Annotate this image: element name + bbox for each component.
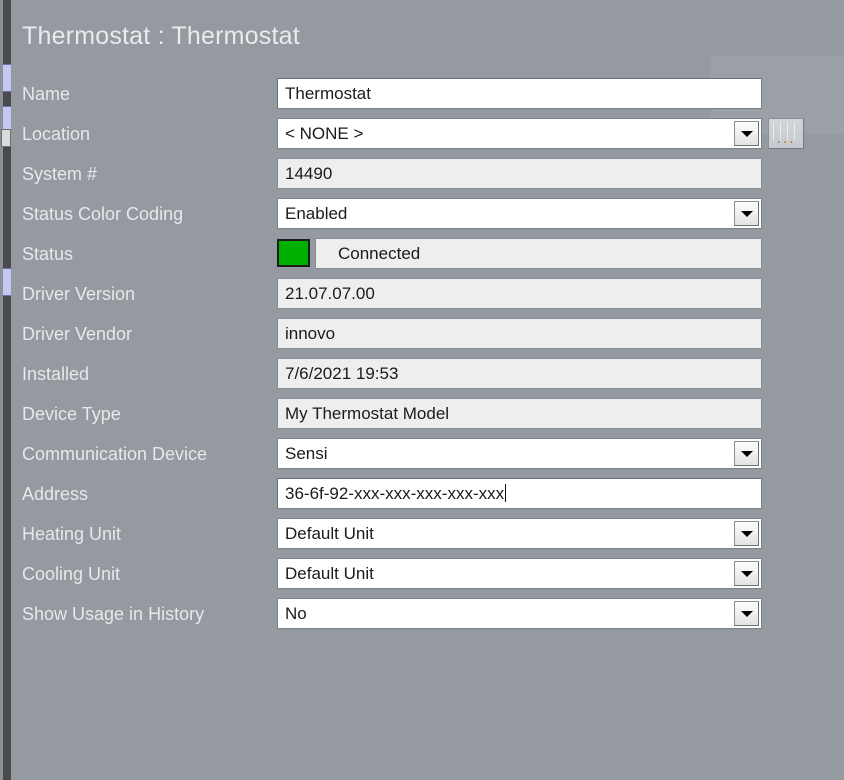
thermostat-properties-window: Thermostat : Thermostat Name Thermostat Lo… [0, 0, 844, 780]
field-row-address: Address 36-6f-92-xxx-xxx-xxx-xxx-xxx [11, 474, 844, 514]
rail-tab-1[interactable] [3, 64, 11, 92]
left-rail [0, 0, 11, 780]
chevron-down-icon [740, 570, 753, 577]
field-device-type: My Thermostat Model [277, 398, 762, 429]
status-badge: Connected [315, 238, 762, 269]
text-input-address[interactable]: 36-6f-92-xxx-xxx-xxx-xxx-xxx [277, 478, 762, 509]
field-row-status-color-coding: Status Color Coding Enabled [11, 194, 844, 234]
combobox-communication-device[interactable]: Sensi [277, 438, 762, 469]
field-driver-vendor: innovo [277, 318, 762, 349]
label-show-usage-in-history: Show Usage in History [22, 604, 205, 624]
field-name: Thermostat [277, 78, 762, 109]
label-communication-device: Communication Device [22, 444, 208, 464]
value-driver-vendor: innovo [285, 324, 336, 343]
chevron-down-icon [740, 610, 753, 617]
field-row-driver-vendor: Driver Vendor innovo [11, 314, 844, 354]
dropdown-button-communication-device[interactable] [734, 441, 759, 466]
readonly-value-driver-version: 21.07.07.00 [277, 278, 762, 309]
field-row-system-number: System # 14490 [11, 154, 844, 194]
value-installed: 7/6/2021 19:53 [285, 364, 399, 383]
label-installed: Installed [22, 364, 90, 384]
combobox-value-status-color-coding: Enabled [285, 204, 348, 223]
field-installed: 7/6/2021 19:53 [277, 358, 762, 389]
combobox-heating-unit[interactable]: Default Unit [277, 518, 762, 549]
label-system-number: System # [22, 164, 98, 184]
combobox-value-show-usage-in-history: No [285, 604, 307, 623]
text-input-name[interactable]: Thermostat [277, 78, 762, 109]
field-address: 36-6f-92-xxx-xxx-xxx-xxx-xxx [277, 478, 762, 509]
label-driver-version: Driver Version [22, 284, 136, 304]
field-location: < NONE > [277, 118, 762, 149]
rail-splitter-handle[interactable] [1, 129, 11, 147]
page-title: Thermostat : Thermostat [22, 22, 300, 50]
label-status-color-coding: Status Color Coding [22, 204, 184, 224]
browse-button-location[interactable]: ... [768, 118, 804, 149]
combobox-show-usage-in-history[interactable]: No [277, 598, 762, 629]
label-status: Status [22, 244, 74, 264]
dropdown-button-location[interactable] [734, 121, 759, 146]
field-status-color-coding: Enabled [277, 198, 762, 229]
chevron-down-icon [740, 530, 753, 537]
readonly-value-driver-vendor: innovo [277, 318, 762, 349]
combobox-cooling-unit[interactable]: Default Unit [277, 558, 762, 589]
label-cooling-unit: Cooling Unit [22, 564, 121, 584]
field-row-driver-version: Driver Version 21.07.07.00 [11, 274, 844, 314]
rail-tab-3[interactable] [3, 268, 11, 296]
value-system-number: 14490 [285, 164, 333, 183]
field-row-name: Name Thermostat [11, 74, 844, 114]
chevron-down-icon [740, 210, 753, 217]
field-row-show-usage-in-history: Show Usage in History No [11, 594, 844, 634]
readonly-value-installed: 7/6/2021 19:53 [277, 358, 762, 389]
field-cooling-unit: Default Unit [277, 558, 762, 589]
field-communication-device: Sensi [277, 438, 762, 469]
readonly-value-system-number: 14490 [277, 158, 762, 189]
field-driver-version: 21.07.07.00 [277, 278, 762, 309]
combobox-location[interactable]: < NONE > [277, 118, 762, 149]
dropdown-button-status-color-coding[interactable] [734, 201, 759, 226]
text-cursor [505, 484, 507, 502]
properties-panel: Thermostat : Thermostat Name Thermostat Lo… [11, 0, 844, 780]
label-device-type: Device Type [22, 404, 121, 424]
field-row-installed: Installed 7/6/2021 19:53 [11, 354, 844, 394]
value-device-type: My Thermostat Model [285, 404, 450, 423]
label-location: Location [22, 124, 91, 144]
chevron-down-icon [740, 130, 753, 137]
combobox-status-color-coding[interactable]: Enabled [277, 198, 762, 229]
field-heating-unit: Default Unit [277, 518, 762, 549]
chevron-down-icon [740, 450, 753, 457]
field-row-status: Status Connected [11, 234, 844, 274]
ellipsis-icon: ... [776, 130, 796, 147]
field-row-heating-unit: Heating Unit Default Unit [11, 514, 844, 554]
value-name: Thermostat [285, 84, 371, 103]
field-row-device-type: Device Type My Thermostat Model [11, 394, 844, 434]
value-driver-version: 21.07.07.00 [285, 284, 375, 303]
field-show-usage-in-history: No [277, 598, 762, 629]
field-system-number: 14490 [277, 158, 762, 189]
readonly-value-device-type: My Thermostat Model [277, 398, 762, 429]
field-row-cooling-unit: Cooling Unit Default Unit [11, 554, 844, 594]
combobox-value-cooling-unit: Default Unit [285, 564, 374, 583]
field-row-location: Location < NONE >... [11, 114, 844, 154]
combobox-value-location: < NONE > [285, 124, 364, 143]
status-color-swatch [277, 239, 310, 267]
label-driver-vendor: Driver Vendor [22, 324, 133, 344]
value-address: 36-6f-92-xxx-xxx-xxx-xxx-xxx [285, 484, 505, 503]
dropdown-button-cooling-unit[interactable] [734, 561, 759, 586]
field-row-communication-device: Communication Device Sensi [11, 434, 844, 474]
combobox-value-heating-unit: Default Unit [285, 524, 374, 543]
label-name: Name [22, 84, 71, 104]
combobox-value-communication-device: Sensi [285, 444, 328, 463]
dropdown-button-show-usage-in-history[interactable] [734, 601, 759, 626]
label-heating-unit: Heating Unit [22, 524, 122, 544]
dropdown-button-heating-unit[interactable] [734, 521, 759, 546]
label-address: Address [22, 484, 89, 504]
